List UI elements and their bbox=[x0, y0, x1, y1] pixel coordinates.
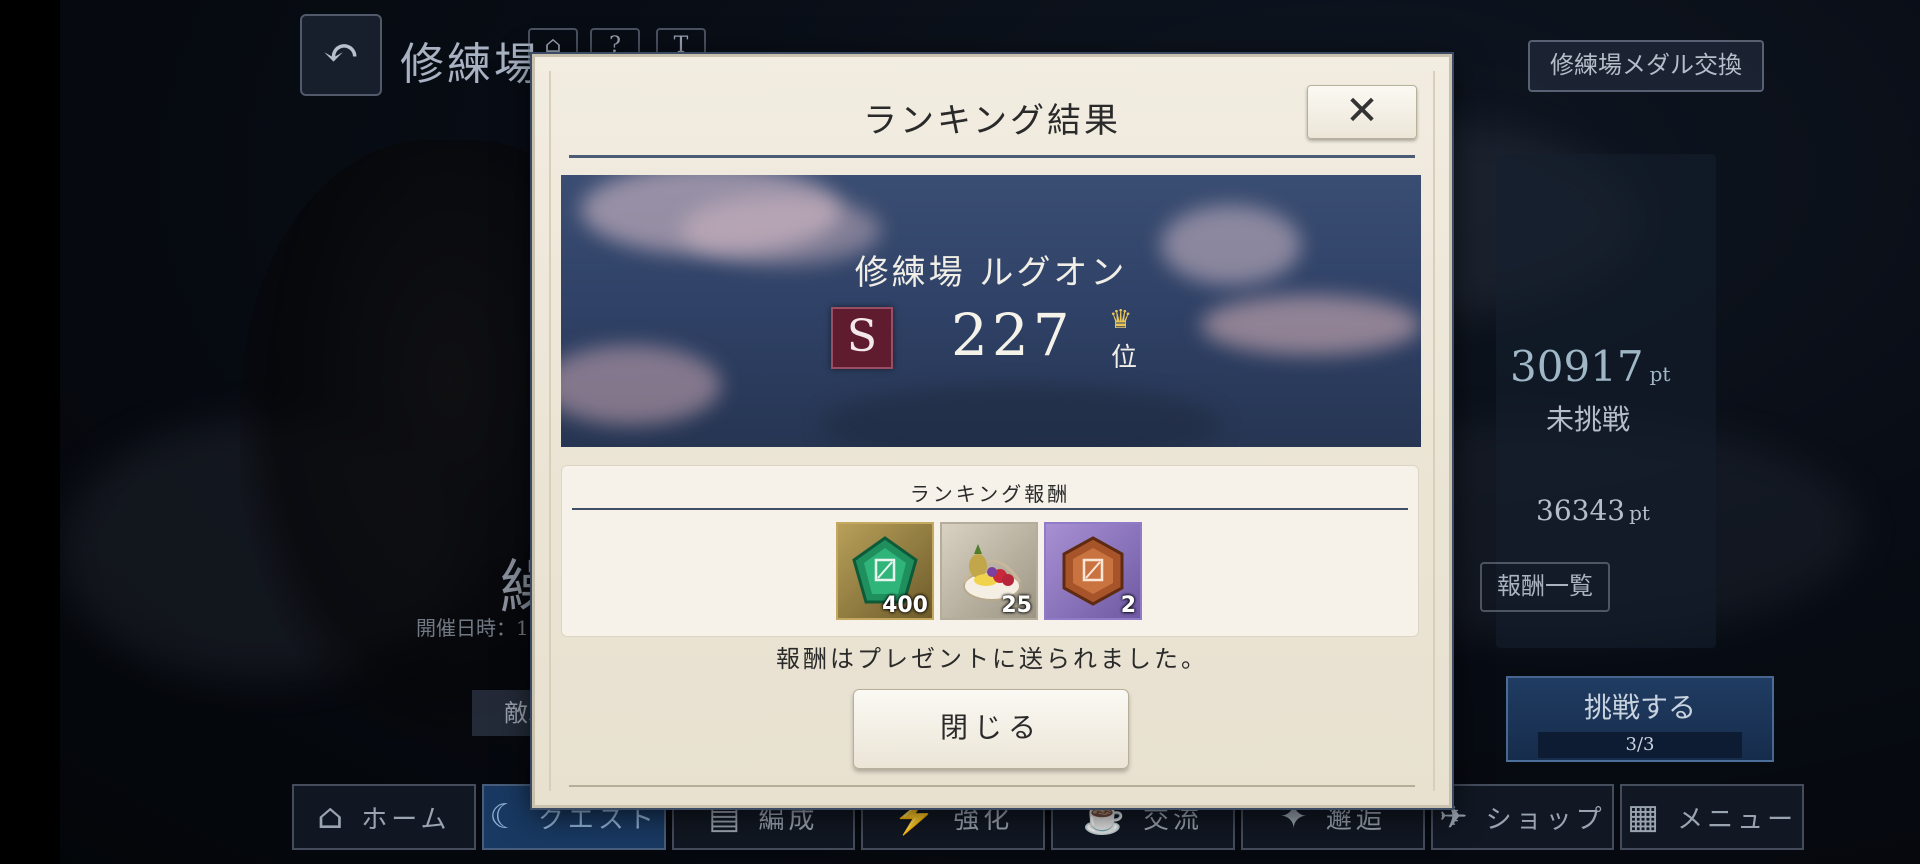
reward-item[interactable]: 400 bbox=[836, 522, 934, 620]
home-icon: ⌂ bbox=[317, 797, 348, 837]
reward-qty: 25 bbox=[1001, 593, 1032, 618]
reward-list-button[interactable]: 報酬一覧 bbox=[1480, 562, 1610, 612]
ranking-banner: 修練場 ルグオン S 227 ♛ 位 bbox=[561, 175, 1421, 447]
nav-home[interactable]: ⌂ ホーム bbox=[292, 784, 476, 850]
nav-shop[interactable]: ✈ ショップ bbox=[1430, 784, 1615, 850]
rank-grade-badge: S bbox=[831, 307, 893, 369]
reward-item[interactable]: 2 bbox=[1044, 522, 1142, 620]
reward-divider bbox=[572, 508, 1408, 510]
menu-icon: ▦ bbox=[1627, 797, 1664, 837]
title-divider bbox=[569, 155, 1415, 158]
ranking-result-dialog: ランキング結果 ✕ 修練場 ルグオン S 227 ♛ 位 ランキング報酬 400 bbox=[532, 54, 1452, 808]
close-icon: ✕ bbox=[1345, 88, 1379, 134]
bronze-medal-icon bbox=[1062, 536, 1124, 606]
challenge-button[interactable]: 挑戦する 3/3 bbox=[1506, 676, 1774, 762]
challenge-label: 挑戦する bbox=[1583, 691, 1696, 724]
back-button[interactable]: ↶ bbox=[300, 14, 382, 96]
ranking-reward-box: ランキング報酬 400 25 2 bbox=[561, 465, 1419, 637]
challenge-count: 3/3 bbox=[1538, 732, 1742, 758]
reward-qty: 400 bbox=[882, 593, 928, 618]
current-score: 36343 pt bbox=[1536, 494, 1650, 527]
crown-icon: ♛ bbox=[1109, 305, 1133, 335]
reward-notice: 報酬はプレゼントに送られました。 bbox=[776, 645, 1208, 673]
quest-icon: ☾ bbox=[489, 797, 524, 837]
rank-suffix: 位 bbox=[1111, 343, 1138, 373]
rank-value: 227 bbox=[951, 301, 1074, 369]
best-score: 30917 pt bbox=[1510, 342, 1671, 391]
medal-exchange-button[interactable]: 修練場メダル交換 bbox=[1528, 40, 1764, 92]
challenge-status: 未挑戦 bbox=[1546, 403, 1631, 436]
stage-name: 修練場 ルグオン bbox=[854, 253, 1128, 293]
reward-item[interactable]: 25 bbox=[940, 522, 1038, 620]
page-title: 修練場 bbox=[400, 39, 541, 90]
nav-menu[interactable]: ▦ メニュー bbox=[1620, 784, 1804, 850]
nav-label: メニュー bbox=[1677, 804, 1798, 835]
bottom-divider bbox=[569, 785, 1415, 787]
close-button[interactable]: 閉じる bbox=[853, 689, 1129, 769]
nav-label: ホーム bbox=[361, 804, 451, 835]
nav-label: ショップ bbox=[1485, 804, 1606, 835]
reward-qty: 2 bbox=[1120, 593, 1136, 618]
close-icon-button[interactable]: ✕ bbox=[1307, 85, 1417, 139]
reward-title: ランキング報酬 bbox=[909, 482, 1071, 506]
